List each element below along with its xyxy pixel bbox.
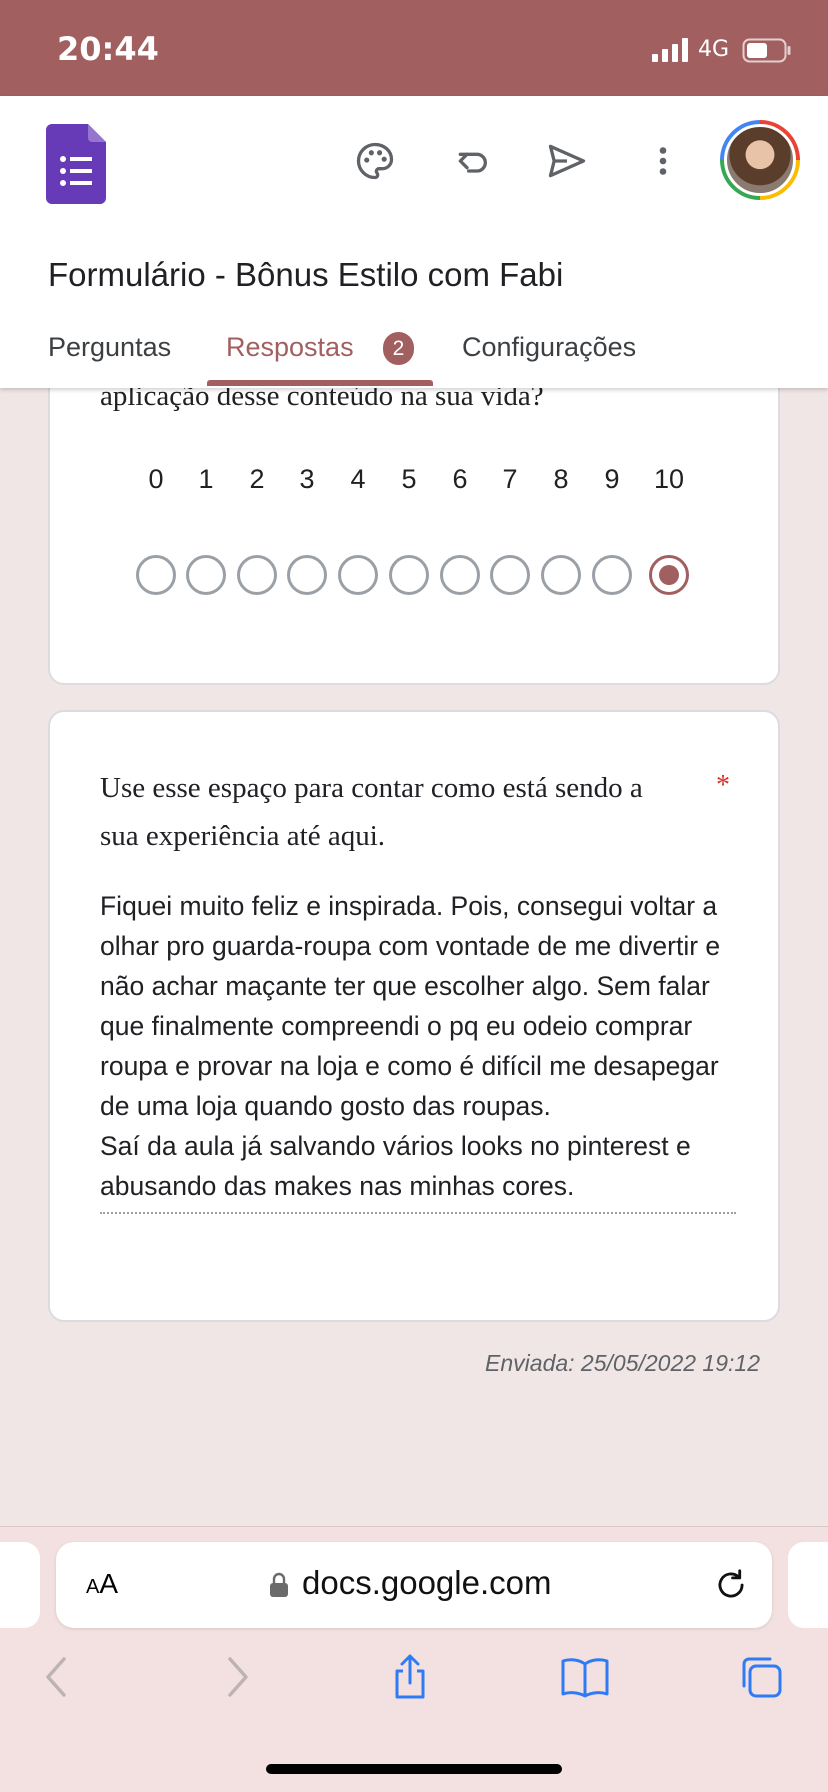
address-bar[interactable]: AA docs.google.com	[56, 1542, 772, 1628]
active-tab-indicator	[207, 380, 433, 386]
lock-icon	[270, 1572, 288, 1597]
battery-icon	[742, 38, 791, 63]
reader-aa-button[interactable]: AA	[86, 1568, 118, 1600]
home-indicator	[266, 1764, 562, 1774]
scale-radio-4[interactable]	[338, 555, 378, 595]
more-vert-icon[interactable]	[638, 136, 688, 186]
responses-count-badge: 2	[383, 332, 414, 365]
send-icon[interactable]	[542, 136, 592, 186]
tab-settings[interactable]: Configurações	[462, 332, 636, 363]
avatar-photo	[724, 124, 796, 196]
form-title: Formulário - Bônus Estilo com Fabi	[48, 256, 564, 293]
forward-icon[interactable]	[212, 1652, 262, 1702]
back-icon[interactable]	[32, 1652, 82, 1702]
scale-label: 9	[604, 464, 620, 494]
scale-radio-1[interactable]	[186, 555, 226, 595]
tabs-icon[interactable]	[736, 1652, 786, 1702]
undo-icon[interactable]	[447, 136, 497, 186]
scale-radio-5[interactable]	[389, 555, 429, 595]
scale-radio-7[interactable]	[490, 555, 530, 595]
text-question-card: Use esse espaço para contar como está se…	[48, 710, 780, 1322]
scale-label: 10	[653, 464, 685, 494]
answer-text: Fiquei muito feliz e inspirada. Pois, co…	[100, 886, 736, 1214]
scale-radio-9[interactable]	[592, 555, 632, 595]
scale-radio-2[interactable]	[237, 555, 277, 595]
status-time: 20:44	[57, 30, 159, 68]
url-text[interactable]: docs.google.com	[302, 1564, 551, 1602]
scale-radio-8[interactable]	[541, 555, 581, 595]
network-type: 4G	[698, 37, 730, 62]
submitted-timestamp: Enviada: 25/05/2022 19:12	[485, 1350, 760, 1376]
status-bar: 20:44 4G	[0, 0, 828, 96]
required-asterisk: *	[716, 770, 730, 801]
reload-icon[interactable]	[712, 1566, 750, 1604]
question-text: Use esse espaço para contar como está se…	[100, 772, 643, 852]
app-header: Formulário - Bônus Estilo com Fabi Pergu…	[0, 96, 828, 388]
next-tab-preview[interactable]	[788, 1542, 828, 1628]
palette-icon[interactable]	[350, 136, 400, 186]
bookmarks-icon[interactable]	[560, 1652, 610, 1702]
google-forms-logo-icon[interactable]	[46, 124, 106, 204]
tab-questions[interactable]: Perguntas	[48, 332, 171, 363]
scale-radio-6[interactable]	[440, 555, 480, 595]
tab-responses[interactable]: Respostas	[226, 332, 354, 363]
signal-icon	[652, 38, 688, 62]
share-icon[interactable]	[385, 1652, 435, 1702]
scale-radio-3[interactable]	[287, 555, 327, 595]
scale-radio-0[interactable]	[136, 555, 176, 595]
account-avatar[interactable]	[720, 120, 800, 200]
scale-radio-10[interactable]	[649, 555, 689, 595]
previous-tab-preview[interactable]	[0, 1542, 40, 1628]
